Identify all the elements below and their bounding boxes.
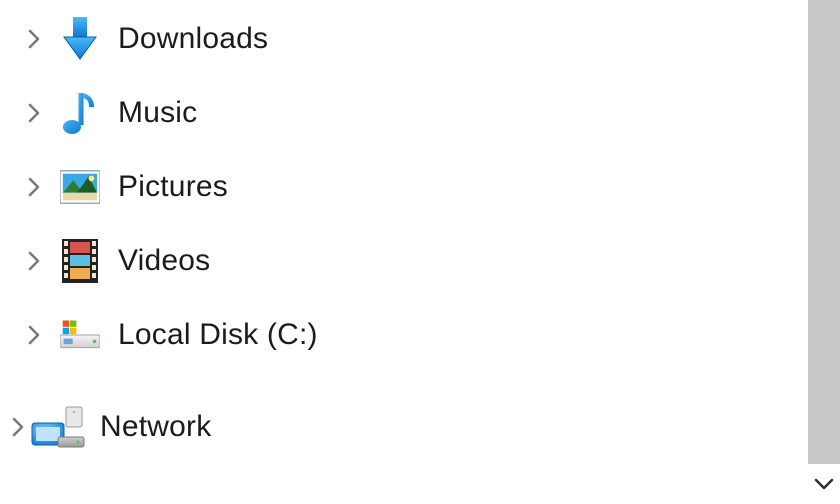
expand-chevron-icon[interactable] — [22, 27, 46, 51]
music-icon — [60, 93, 100, 133]
videos-icon — [60, 241, 100, 281]
tree-item-label: Downloads — [118, 22, 268, 56]
scrollbar-track[interactable] — [808, 0, 840, 464]
tree-item-label: Local Disk (C:) — [118, 318, 318, 352]
vertical-scrollbar[interactable] — [808, 0, 840, 504]
tree-item-music[interactable]: Music — [0, 76, 760, 150]
tree-item-pictures[interactable]: Pictures — [0, 150, 760, 224]
tree-item-local-disk-c[interactable]: Local Disk (C:) — [0, 298, 760, 372]
expand-chevron-icon[interactable] — [22, 175, 46, 199]
scrollbar-down-button[interactable] — [808, 464, 840, 504]
pictures-icon — [60, 167, 100, 207]
tree-item-label: Network — [100, 410, 211, 444]
downloads-icon — [60, 19, 100, 59]
tree-item-network[interactable]: Network — [0, 390, 760, 464]
network-icon — [30, 403, 86, 451]
expand-chevron-icon[interactable] — [22, 249, 46, 273]
expand-chevron-icon[interactable] — [22, 323, 46, 347]
expand-chevron-icon[interactable] — [22, 101, 46, 125]
navigation-tree: Downloads Music — [0, 0, 760, 464]
tree-item-label: Pictures — [118, 170, 228, 204]
chevron-down-icon — [814, 477, 834, 491]
tree-item-label: Music — [118, 96, 197, 130]
tree-item-label: Videos — [118, 244, 210, 278]
expand-chevron-icon[interactable] — [6, 415, 30, 439]
local-disk-icon — [60, 315, 100, 355]
tree-item-downloads[interactable]: Downloads — [0, 2, 760, 76]
tree-item-videos[interactable]: Videos — [0, 224, 760, 298]
